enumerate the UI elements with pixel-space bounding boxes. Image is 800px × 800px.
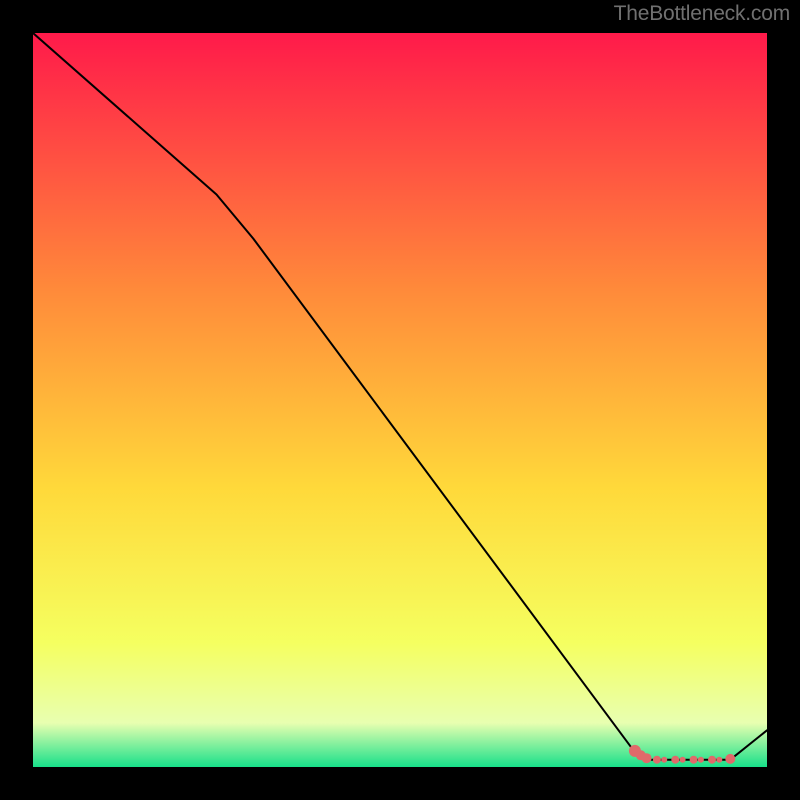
gradient-background (33, 33, 767, 767)
data-point-marker (725, 754, 735, 764)
data-point-marker (690, 756, 698, 764)
watermark-text: TheBottleneck.com (614, 2, 790, 26)
data-point-marker (661, 757, 667, 763)
chart-frame: TheBottleneck.com (0, 0, 800, 800)
data-point-marker (653, 756, 661, 764)
data-point-marker (708, 756, 716, 764)
data-point-marker (680, 757, 686, 763)
data-point-marker (642, 753, 652, 763)
plot-area (33, 33, 767, 767)
chart-svg (33, 33, 767, 767)
data-point-marker (671, 756, 679, 764)
data-point-marker (698, 757, 704, 763)
data-point-marker (716, 757, 722, 763)
